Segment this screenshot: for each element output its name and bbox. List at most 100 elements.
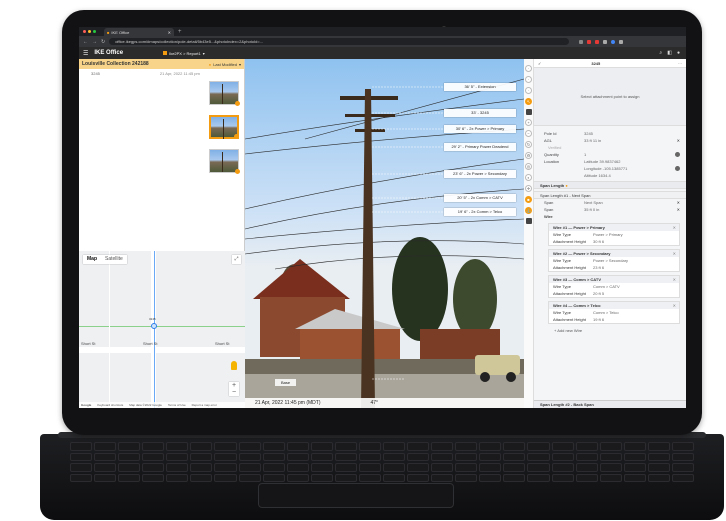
- tool-circle-icon[interactable]: ·: [525, 87, 532, 94]
- wire-height-label[interactable]: 36' 5" - Extension: [444, 83, 516, 91]
- attach-height-value[interactable]: 23 ft 6: [593, 265, 679, 270]
- wire-height-label[interactable]: 30' 6" - 2x Power > Primary: [444, 125, 516, 133]
- check-icon[interactable]: ✓: [538, 61, 541, 66]
- tab-map[interactable]: Map: [83, 255, 101, 264]
- crosshair-icon[interactable]: ✛: [525, 185, 532, 192]
- span-value[interactable]: Next Span: [584, 200, 677, 205]
- anchor-tool-icon[interactable]: ⚓: [525, 207, 532, 214]
- attach-height-value[interactable]: 19 ft 6: [593, 317, 679, 322]
- pole-date: 21 Apr, 2022 11:45 pm: [159, 70, 200, 76]
- report-error-link[interactable]: Report a map error: [192, 403, 217, 407]
- browser-tab[interactable]: ■ IKE Office ✕: [104, 28, 174, 36]
- span-2-heading[interactable]: Span Length #2 - Back Span: [534, 400, 686, 408]
- fullscreen-icon[interactable]: ⤢: [232, 255, 241, 264]
- minimize-window-icon[interactable]: [88, 30, 91, 33]
- close-icon[interactable]: ✕: [673, 250, 676, 257]
- wire-card-header[interactable]: Wire #4 — Comm > Telco ✕: [549, 302, 679, 309]
- close-icon[interactable]: ✕: [673, 224, 676, 231]
- field-value[interactable]: Latitude 39.9837462: [584, 159, 686, 164]
- photo-thumbnail[interactable]: [209, 81, 240, 106]
- pole-marker-label: 3245: [149, 317, 156, 321]
- zoom-out-icon[interactable]: −: [229, 389, 239, 396]
- contrast-icon[interactable]: ◐: [525, 174, 532, 181]
- tool-circle-icon[interactable]: ·: [525, 76, 532, 83]
- reload-icon[interactable]: ↻: [101, 39, 105, 45]
- search-icon[interactable]: ⌕: [659, 50, 662, 56]
- wire-height-label[interactable]: 20' 5" - 2x Comm > CATV: [444, 194, 516, 202]
- rotate-icon[interactable]: ↻: [525, 141, 532, 148]
- url-field[interactable]: office.ikegps.com/#maps/collection/pole-…: [109, 38, 570, 45]
- tab-satellite[interactable]: Satellite: [101, 255, 127, 264]
- span-1-heading[interactable]: Span Length #1 - Next Span: [534, 191, 686, 199]
- wire-card-header[interactable]: Wire #1 — Power > Primary ✕: [549, 224, 679, 231]
- wire-height-label[interactable]: 23' 6" - 2x Power > Secondary: [444, 170, 516, 178]
- wire-card-header[interactable]: Wire #3 — Comm > CATV ✕: [549, 276, 679, 283]
- location-icon[interactable]: [675, 166, 680, 171]
- field-value[interactable]: Altitude 1634.4: [584, 173, 686, 178]
- photo-thumbnail-selected[interactable]: [209, 115, 239, 139]
- pole-marker-icon[interactable]: [151, 323, 157, 329]
- panel-actions[interactable]: ⋯: [678, 61, 682, 66]
- menu-icon[interactable]: ☰: [83, 50, 88, 57]
- puzzle-icon[interactable]: [603, 39, 608, 44]
- orange-tool-icon[interactable]: ■: [525, 196, 532, 203]
- map-view[interactable]: Map Satellite ⤢ Short St Short St Short …: [79, 251, 245, 408]
- street-view-icon[interactable]: [231, 361, 237, 370]
- browser-menu-icon[interactable]: [619, 39, 624, 44]
- field-value[interactable]: 1: [584, 152, 675, 157]
- wire-card-header[interactable]: Wire #2 — Power > Secondary ✕: [549, 250, 679, 257]
- wire-height-label[interactable]: 29' 2" - Primary Power Deadend: [444, 143, 516, 151]
- status-label: Last Modified: [213, 61, 237, 67]
- close-icon[interactable]: ✕: [677, 200, 680, 205]
- close-icon[interactable]: ✕: [677, 138, 680, 143]
- collection-header[interactable]: Louisville Collection 242188 ● Last Modi…: [79, 59, 244, 69]
- extension-red-icon[interactable]: [587, 39, 592, 44]
- close-icon[interactable]: ✕: [677, 207, 680, 212]
- zoom-out-icon[interactable]: −: [525, 130, 532, 137]
- share-icon[interactable]: [579, 39, 584, 44]
- field-value[interactable]: 3245: [584, 131, 686, 136]
- field-value[interactable]: Longitude -105.1385771: [584, 166, 675, 171]
- keyboard-key: [383, 473, 406, 482]
- close-window-icon[interactable]: [83, 30, 86, 33]
- wire-type-value[interactable]: Comm > CATV: [593, 284, 679, 289]
- photo-thumbnail[interactable]: [209, 149, 240, 174]
- trash-icon[interactable]: [525, 218, 532, 224]
- wire-height-label[interactable]: 33' - 3245: [444, 109, 516, 117]
- attach-height-value[interactable]: 20 ft 5: [593, 291, 679, 296]
- info-icon[interactable]: [675, 152, 680, 157]
- layers-icon[interactable]: [525, 109, 532, 115]
- zoom-in-icon[interactable]: +: [229, 382, 239, 389]
- terms-link[interactable]: Terms of Use: [168, 403, 186, 407]
- forward-icon[interactable]: →: [92, 39, 97, 45]
- span-value[interactable]: 35 ft 0 in: [584, 207, 677, 212]
- close-icon[interactable]: ✕: [673, 302, 676, 309]
- field-value[interactable]: 33 ft 11 in: [584, 138, 677, 143]
- profile-avatar[interactable]: [611, 39, 616, 44]
- maximize-window-icon[interactable]: [93, 30, 96, 33]
- close-icon[interactable]: ✕: [673, 276, 676, 283]
- settings-icon[interactable]: ⚙: [525, 152, 532, 159]
- user-icon[interactable]: ●: [677, 50, 680, 56]
- pole-row[interactable]: 3245 21 Apr, 2022 11:45 pm: [79, 69, 244, 77]
- wire-type-value[interactable]: Power > Secondary: [593, 258, 679, 263]
- notifications-icon[interactable]: ◧: [667, 50, 672, 56]
- tool-circle-icon[interactable]: ·: [525, 65, 532, 72]
- add-wire-button[interactable]: + Add new Wire: [554, 328, 686, 333]
- target-icon[interactable]: ◎: [525, 163, 532, 170]
- zoom-in-icon[interactable]: +: [525, 119, 532, 126]
- wire-height-label[interactable]: 19' 6" - 2x Comm > Telco: [444, 208, 516, 216]
- attach-height-value[interactable]: 30 ft 6: [593, 239, 679, 244]
- new-tab-icon[interactable]: +: [178, 29, 182, 35]
- close-tab-icon[interactable]: ✕: [168, 30, 171, 35]
- back-icon[interactable]: ←: [83, 39, 88, 45]
- base-label[interactable]: Base: [275, 379, 297, 386]
- wire-type-value[interactable]: Comm > Telco: [593, 310, 679, 315]
- keyboard-shortcuts-link[interactable]: Keyboard shortcuts: [97, 403, 123, 407]
- collection-status[interactable]: ● Last Modified ▾: [209, 62, 241, 67]
- pole-photo[interactable]: 36' 5" - Extension 33' - 3245 30' 6" - 2…: [245, 59, 524, 408]
- extension-red2-icon[interactable]: [595, 39, 600, 44]
- project-selector[interactable]: Ike2PX > Report1 ▾: [163, 51, 205, 56]
- measure-tool-icon[interactable]: ↖: [525, 98, 532, 105]
- wire-type-value[interactable]: Power > Primary: [593, 232, 679, 237]
